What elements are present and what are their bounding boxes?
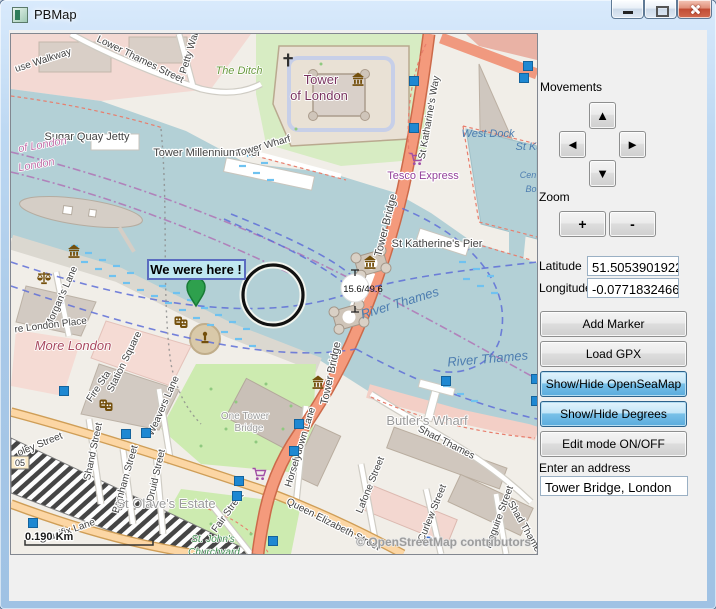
movements-label: Movements: [540, 80, 602, 94]
app-icon: [12, 7, 28, 23]
svg-text:One Tower: One Tower: [221, 411, 270, 422]
latitude-input[interactable]: [587, 256, 679, 276]
svg-text:15.6/49.6: 15.6/49.6: [343, 284, 383, 295]
zoom-in-button[interactable]: +: [559, 211, 606, 237]
maximize-button[interactable]: [644, 0, 677, 19]
svg-text:0.190 Km: 0.190 Km: [25, 531, 74, 543]
longitude-label: Longitude: [539, 281, 592, 295]
svg-text:We were here !: We were here !: [150, 262, 242, 277]
move-left-button[interactable]: ◄: [559, 131, 586, 158]
svg-text:05: 05: [15, 458, 25, 468]
latitude-label: Latitude: [539, 259, 582, 273]
svg-text:More London: More London: [35, 338, 112, 353]
address-input[interactable]: [540, 476, 688, 496]
road-ref-badge: 05: [11, 456, 29, 469]
svg-text:St. John's: St. John's: [191, 534, 235, 545]
svg-text:St Olave's Estate: St Olave's Estate: [116, 496, 215, 511]
svg-text:The Ditch: The Ditch: [215, 65, 262, 77]
svg-text:Butler's Wharf: Butler's Wharf: [386, 413, 468, 428]
edit-mode-button[interactable]: Edit mode ON/OFF: [540, 431, 687, 457]
zoom-label: Zoom: [539, 190, 570, 204]
map-attribution: © OpenStreetMap contributors: [356, 535, 531, 549]
svg-text:Tesco Express: Tesco Express: [387, 170, 459, 182]
svg-text:West Dock: West Dock: [462, 128, 515, 140]
add-marker-button[interactable]: Add Marker: [540, 311, 687, 337]
toggle-openseamap-button[interactable]: Show/Hide OpenSeaMap: [540, 371, 687, 397]
window-title: PBMap: [34, 7, 77, 22]
svg-text:St Katherine's Pier: St Katherine's Pier: [392, 238, 483, 250]
svg-text:Cen: Cen: [520, 170, 537, 180]
address-label: Enter an address: [539, 461, 630, 475]
we-were-here-label[interactable]: We were here !: [148, 260, 245, 279]
toggle-degrees-button[interactable]: Show/Hide Degrees: [540, 401, 687, 427]
title-bar[interactable]: PBMap: [0, 0, 716, 30]
move-down-button[interactable]: ▼: [589, 160, 616, 187]
zoom-out-button[interactable]: -: [609, 211, 656, 237]
map-canvas[interactable]: P: [10, 33, 538, 555]
svg-text:of London: of London: [290, 88, 348, 103]
close-button[interactable]: [677, 0, 712, 19]
move-right-button[interactable]: ►: [619, 131, 646, 158]
longitude-input[interactable]: [587, 278, 679, 298]
load-gpx-button[interactable]: Load GPX: [540, 341, 687, 367]
svg-text:Churchyard: Churchyard: [188, 547, 240, 554]
app-window: PBMap: [0, 0, 716, 609]
svg-text:Tower: Tower: [304, 72, 339, 87]
svg-text:St Ka: St Ka: [516, 141, 537, 153]
client-area: P: [9, 30, 707, 601]
move-up-button[interactable]: ▲: [589, 102, 616, 129]
svg-text:Bridge: Bridge: [235, 423, 264, 434]
minimize-button[interactable]: [611, 0, 644, 19]
svg-text:Bo: Bo: [525, 184, 536, 194]
